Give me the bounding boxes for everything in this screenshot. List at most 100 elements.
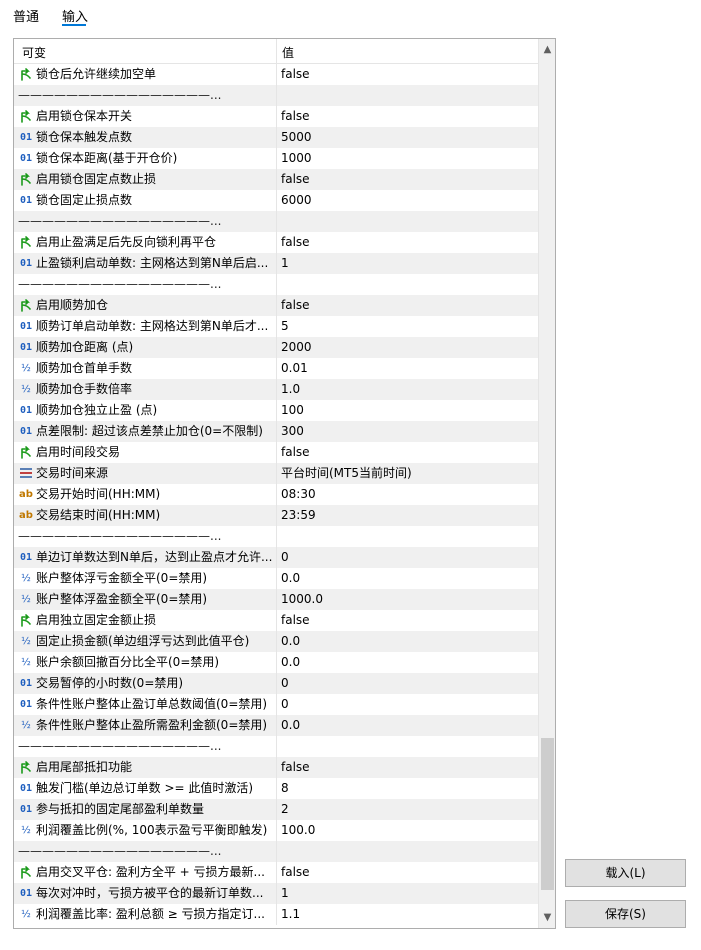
divider-row[interactable]: ————————————————...: [14, 526, 538, 547]
row-value[interactable]: 5: [281, 319, 289, 334]
row-label: 启用锁仓固定点数止损: [36, 172, 157, 186]
input-row[interactable]: 启用时间段交易 false: [14, 442, 538, 463]
row-value[interactable]: 100.0: [281, 823, 315, 838]
input-row[interactable]: ½ 固定止损金额(单边组浮亏达到此值平仓) 0.0: [14, 631, 538, 652]
input-row[interactable]: 01 参与抵扣的固定尾部盈利单数量 2: [14, 799, 538, 820]
scroll-down-icon[interactable]: ▼: [539, 909, 555, 926]
divider-row[interactable]: ————————————————...: [14, 85, 538, 106]
row-value[interactable]: 1: [281, 886, 289, 901]
double-icon: ½: [21, 825, 31, 836]
row-value[interactable]: 300: [281, 424, 304, 439]
row-value[interactable]: false: [281, 445, 310, 460]
input-row[interactable]: 01 锁仓固定止损点数 6000: [14, 190, 538, 211]
row-value[interactable]: false: [281, 235, 310, 250]
row-value[interactable]: 1000.0: [281, 592, 323, 607]
input-row[interactable]: 01 锁仓保本距离(基于开仓价) 1000: [14, 148, 538, 169]
input-row[interactable]: ½ 条件性账户整体止盈所需盈利金额(0=禁用) 0.0: [14, 715, 538, 736]
input-row[interactable]: 01 止盈锁利启动单数: 主网格达到第N单后启... 1: [14, 253, 538, 274]
input-row[interactable]: ½ 账户整体浮亏金额全平(0=禁用) 0.0: [14, 568, 538, 589]
input-row[interactable]: 启用交叉平仓: 盈利方全平 + 亏损方最新... false: [14, 862, 538, 883]
column-separator[interactable]: [276, 39, 277, 64]
divider-row[interactable]: ————————————————...: [14, 841, 538, 862]
input-row[interactable]: 01 点差限制: 超过该点差禁止加仓(0=不限制) 300: [14, 421, 538, 442]
input-row[interactable]: 01 顺势加仓独立止盈 (点) 100: [14, 400, 538, 421]
row-value[interactable]: 100: [281, 403, 304, 418]
input-row[interactable]: ½ 利润覆盖比率: 盈利总额 ≥ 亏损方指定订... 1.1: [14, 904, 538, 925]
input-row[interactable]: 01 交易暂停的小时数(0=禁用) 0: [14, 673, 538, 694]
row-value[interactable]: 1000: [281, 151, 312, 166]
input-row[interactable]: 锁仓后允许继续加空单 false: [14, 64, 538, 85]
input-row[interactable]: 01 每次对冲时，亏损方被平仓的最新订单数... 1: [14, 883, 538, 904]
row-label: 启用锁仓保本开关: [36, 109, 133, 123]
input-row[interactable]: ab 交易结束时间(HH:MM) 23:59: [14, 505, 538, 526]
save-button[interactable]: 保存(S): [565, 900, 686, 928]
row-value[interactable]: 1: [281, 256, 289, 271]
row-name-cell: 01 条件性账户整体止盈订单总数阈值(0=禁用): [14, 694, 276, 715]
row-value[interactable]: 8: [281, 781, 289, 796]
row-label: 交易时间来源: [36, 466, 109, 480]
cell-separator: [276, 421, 277, 442]
input-row[interactable]: 01 单边订单数达到N单后，达到止盈点才允许... 0: [14, 547, 538, 568]
row-label: 交易开始时间(HH:MM): [36, 487, 161, 501]
input-row[interactable]: 启用独立固定金额止损 false: [14, 610, 538, 631]
row-value[interactable]: 1.1: [281, 907, 300, 922]
input-row[interactable]: ½ 账户整体浮盈金额全平(0=禁用) 1000.0: [14, 589, 538, 610]
vertical-scrollbar[interactable]: ▲ ▼: [538, 39, 555, 928]
grid-rows: 锁仓后允许继续加空单 false ————————————————... 启用锁仓保本…: [14, 64, 538, 925]
input-row[interactable]: ab 交易开始时间(HH:MM) 08:30: [14, 484, 538, 505]
row-value[interactable]: 08:30: [281, 487, 316, 502]
input-row[interactable]: ½ 账户余额回撤百分比全平(0=禁用) 0.0: [14, 652, 538, 673]
row-value[interactable]: 0: [281, 697, 289, 712]
row-value[interactable]: 2000: [281, 340, 312, 355]
input-row[interactable]: 01 锁仓保本触发点数 5000: [14, 127, 538, 148]
column-header-name[interactable]: 可变: [22, 44, 46, 61]
inputs-grid: 可变 值 锁仓后允许继续加空单 false ————————————————... 启…: [13, 38, 556, 929]
input-row[interactable]: ½ 顺势加仓手数倍率 1.0: [14, 379, 538, 400]
row-value[interactable]: 0.0: [281, 718, 300, 733]
input-row[interactable]: 01 顺势订单启动单数: 主网格达到第N单后才... 5: [14, 316, 538, 337]
input-row[interactable]: 启用锁仓保本开关 false: [14, 106, 538, 127]
load-button[interactable]: 载入(L): [565, 859, 686, 887]
row-value[interactable]: false: [281, 298, 310, 313]
tab-inputs[interactable]: 输入: [62, 6, 88, 25]
cell-separator: [276, 652, 277, 673]
row-value[interactable]: false: [281, 172, 310, 187]
row-value[interactable]: 0.0: [281, 571, 300, 586]
row-value[interactable]: false: [281, 109, 310, 124]
input-row[interactable]: 启用止盈满足后先反向锁利再平仓 false: [14, 232, 538, 253]
input-row[interactable]: 01 触发门槛(单边总订单数 >= 此值时激活) 8: [14, 778, 538, 799]
divider-row[interactable]: ————————————————...: [14, 274, 538, 295]
scrollbar-thumb[interactable]: [541, 738, 554, 890]
row-value[interactable]: 0: [281, 550, 289, 565]
row-value[interactable]: false: [281, 865, 310, 880]
row-value[interactable]: 1.0: [281, 382, 300, 397]
row-value[interactable]: 2: [281, 802, 289, 817]
row-name-cell: 01 顺势加仓距离 (点): [14, 337, 276, 358]
row-value[interactable]: false: [281, 67, 310, 82]
row-value[interactable]: false: [281, 760, 310, 775]
row-value[interactable]: false: [281, 613, 310, 628]
input-row[interactable]: 01 条件性账户整体止盈订单总数阈值(0=禁用) 0: [14, 694, 538, 715]
input-row[interactable]: ½ 顺势加仓首单手数 0.01: [14, 358, 538, 379]
scroll-up-icon[interactable]: ▲: [539, 41, 555, 58]
divider-row[interactable]: ————————————————...: [14, 736, 538, 757]
row-value[interactable]: 0.0: [281, 634, 300, 649]
input-row[interactable]: 启用顺势加仓 false: [14, 295, 538, 316]
row-value[interactable]: 5000: [281, 130, 312, 145]
row-value[interactable]: 0.0: [281, 655, 300, 670]
row-value[interactable]: 0.01: [281, 361, 308, 376]
row-label: 触发门槛(单边总订单数 >= 此值时激活): [36, 781, 254, 795]
row-value[interactable]: 6000: [281, 193, 312, 208]
tab-common[interactable]: 普通: [13, 6, 39, 25]
row-value[interactable]: 23:59: [281, 508, 316, 523]
row-value[interactable]: 0: [281, 676, 289, 691]
input-row[interactable]: 交易时间来源 平台时间(MT5当前时间): [14, 463, 538, 484]
input-row[interactable]: 启用锁仓固定点数止损 false: [14, 169, 538, 190]
divider-row[interactable]: ————————————————...: [14, 211, 538, 232]
input-row[interactable]: 01 顺势加仓距离 (点) 2000: [14, 337, 538, 358]
column-header-value[interactable]: 值: [282, 44, 294, 61]
row-value[interactable]: 平台时间(MT5当前时间): [281, 466, 412, 481]
input-row[interactable]: ½ 利润覆盖比例(%, 100表示盈亏平衡即触发) 100.0: [14, 820, 538, 841]
row-name-cell: ½ 账户余额回撤百分比全平(0=禁用): [14, 652, 276, 673]
input-row[interactable]: 启用尾部抵扣功能 false: [14, 757, 538, 778]
